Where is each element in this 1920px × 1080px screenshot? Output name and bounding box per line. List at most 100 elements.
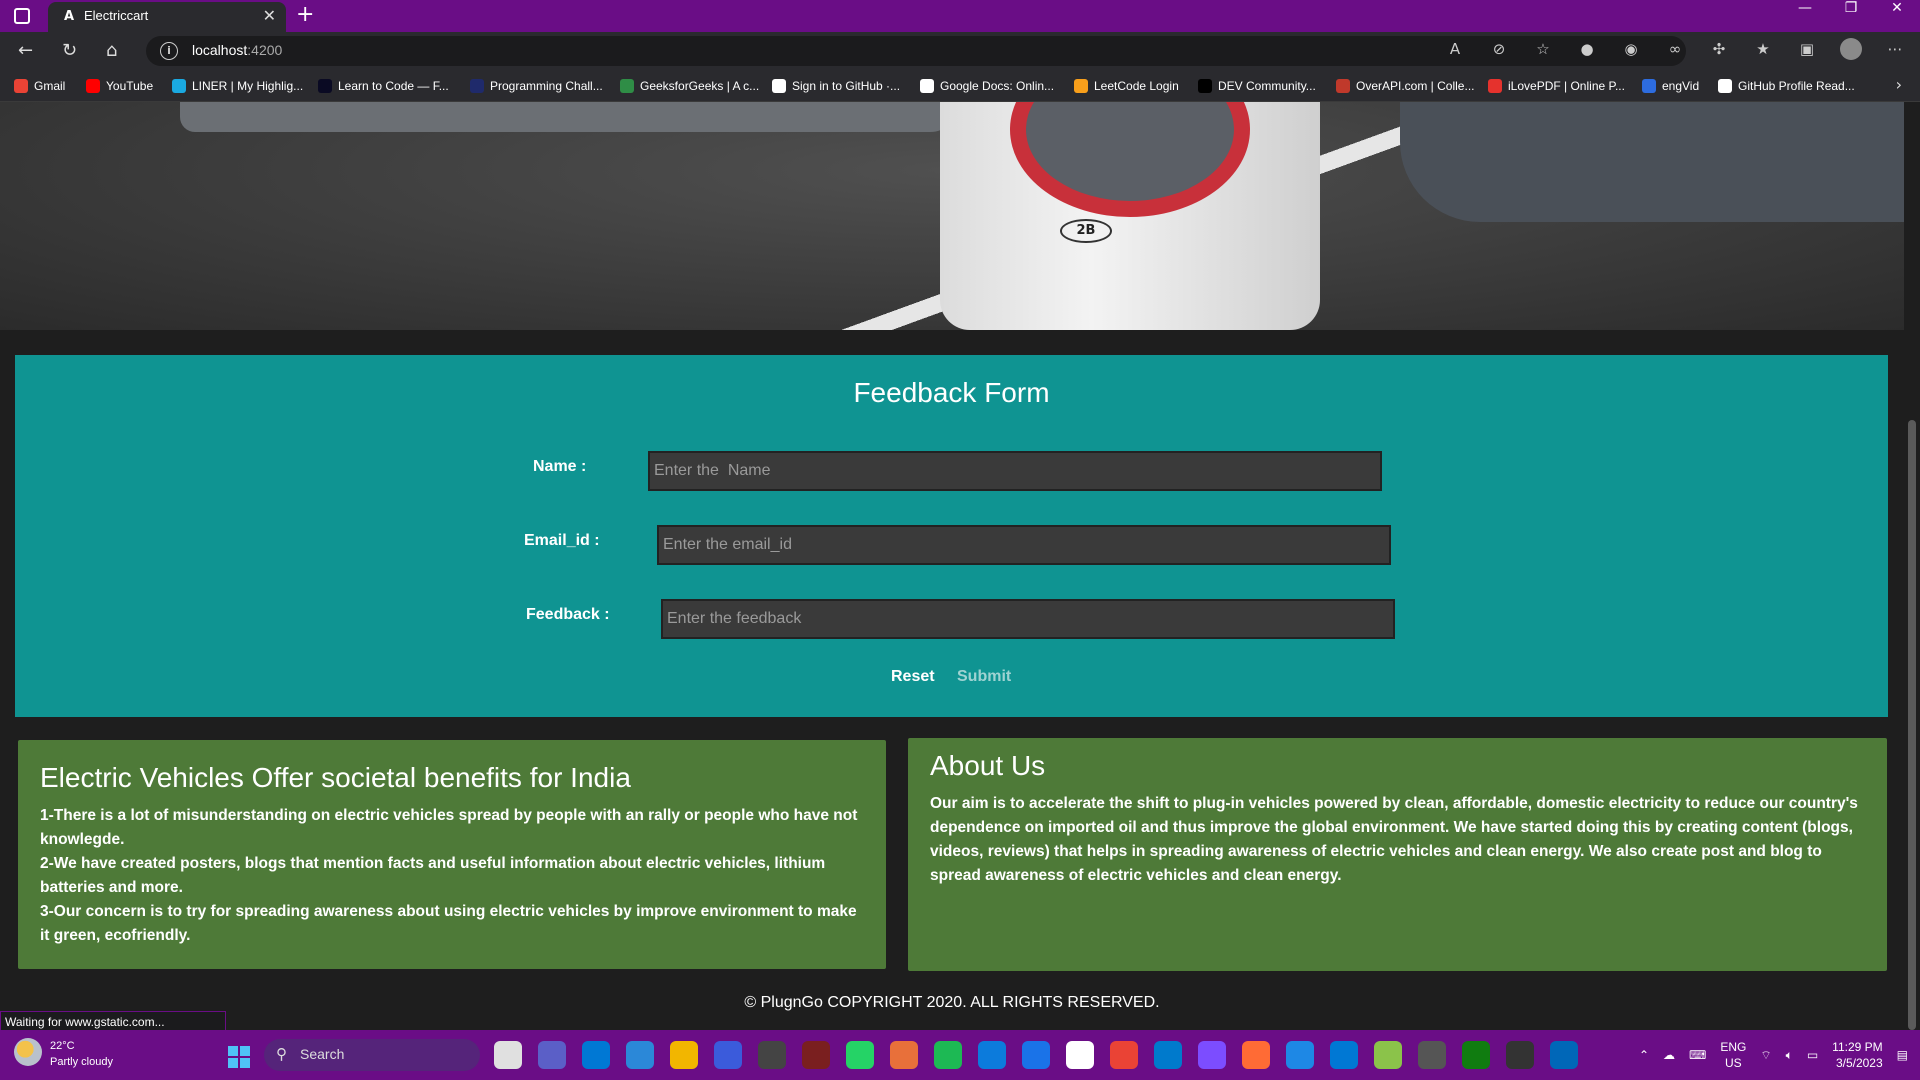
- browser-tab[interactable]: A Electriccart ✕: [48, 2, 286, 32]
- volume-icon[interactable]: 🔈︎: [1786, 1048, 1793, 1063]
- weather-widget[interactable]: 22°C Partly cloudy: [14, 1038, 113, 1070]
- taskbar-apps: [494, 1041, 1578, 1069]
- taskbar-app-icon[interactable]: [934, 1041, 962, 1069]
- footer-copyright: © PlugnGo COPYRIGHT 2020. ALL RIGHTS RES…: [744, 994, 1160, 1011]
- bookmark-item[interactable]: YouTube: [86, 76, 153, 96]
- tab-actions-icon[interactable]: [14, 8, 30, 24]
- taskbar-app-icon[interactable]: [494, 1041, 522, 1069]
- taskbar-app-icon[interactable]: [1242, 1041, 1270, 1069]
- bookmark-item[interactable]: Google Docs: Onlin...: [920, 76, 1054, 96]
- windows-taskbar: 22°C Partly cloudy ⚲ Search ⌃ ☁ ⌨ ENG US…: [0, 1030, 1920, 1080]
- extension-icon[interactable]: ◉: [1620, 38, 1642, 60]
- taskbar-app-icon[interactable]: [890, 1041, 918, 1069]
- back-icon[interactable]: ←: [18, 40, 33, 61]
- add-favorite-icon[interactable]: ☆: [1532, 38, 1554, 60]
- extension-icon[interactable]: ●: [1576, 38, 1598, 60]
- bookmark-item[interactable]: LINER | My Highlig...: [172, 76, 303, 96]
- about-us-card: About Us Our aim is to accelerate the sh…: [908, 738, 1887, 971]
- windows-start-icon[interactable]: [228, 1046, 250, 1068]
- chevron-up-icon[interactable]: ⌃: [1639, 1048, 1649, 1062]
- tracking-prevention-icon[interactable]: ⊘: [1488, 38, 1510, 60]
- profile-avatar[interactable]: [1840, 38, 1862, 60]
- feedback-input[interactable]: [661, 599, 1395, 639]
- bookmark-item[interactable]: GeeksforGeeks | A c...: [620, 76, 759, 96]
- weather-condition: Partly cloudy: [50, 1056, 113, 1068]
- collections-icon[interactable]: ▣: [1796, 38, 1818, 60]
- close-tab-icon[interactable]: ✕: [263, 6, 276, 25]
- bookmark-item[interactable]: LeetCode Login: [1074, 76, 1179, 96]
- taskbar-app-icon[interactable]: [538, 1041, 566, 1069]
- taskbar-app-icon[interactable]: [1110, 1041, 1138, 1069]
- taskbar-clock[interactable]: 11:29 PM 3/5/2023: [1832, 1039, 1882, 1071]
- home-icon[interactable]: ⌂: [106, 40, 117, 61]
- taskbar-app-icon[interactable]: [1374, 1041, 1402, 1069]
- taskbar-app-icon[interactable]: [670, 1041, 698, 1069]
- feedback-form-title: Feedback Form: [853, 377, 1050, 408]
- site-info-icon[interactable]: i: [160, 42, 178, 60]
- url-text: localhost:4200: [192, 42, 283, 58]
- language-indicator[interactable]: ENG US: [1720, 1039, 1746, 1071]
- bookmark-item[interactable]: Sign in to GitHub ·...: [772, 76, 900, 96]
- taskbar-app-icon[interactable]: [582, 1041, 610, 1069]
- taskbar-app-icon[interactable]: [1066, 1041, 1094, 1069]
- bookmark-item[interactable]: Programming Chall...: [470, 76, 603, 96]
- more-menu-icon[interactable]: ⋯: [1884, 38, 1906, 60]
- notifications-icon[interactable]: ▤: [1897, 1048, 1908, 1062]
- battery-icon[interactable]: ▭: [1807, 1048, 1818, 1062]
- github-icon: [772, 79, 786, 93]
- email-label: Email_id :: [524, 532, 600, 549]
- restore-icon[interactable]: ❐: [1828, 0, 1874, 32]
- gmail-icon: [14, 79, 28, 93]
- extension-icon[interactable]: ∞: [1664, 38, 1686, 60]
- refresh-icon[interactable]: ↻: [62, 40, 77, 61]
- favorites-icon[interactable]: ★: [1752, 38, 1774, 60]
- taskbar-app-icon[interactable]: [978, 1041, 1006, 1069]
- bookmarks-bar: Gmail YouTube LINER | My Highlig... Lear…: [0, 70, 1920, 102]
- scrollbar-thumb[interactable]: [1908, 420, 1916, 1030]
- close-window-icon[interactable]: ✕: [1874, 0, 1920, 32]
- taskbar-app-icon[interactable]: [626, 1041, 654, 1069]
- search-label: Search: [300, 1046, 345, 1062]
- extensions-puzzle-icon[interactable]: ✣: [1708, 38, 1730, 60]
- wifi-icon[interactable]: ⌔: [1760, 1048, 1771, 1063]
- bookmark-item[interactable]: Gmail: [14, 76, 65, 96]
- bookmark-item[interactable]: engVid: [1642, 76, 1699, 96]
- taskbar-app-icon[interactable]: [1462, 1041, 1490, 1069]
- bookmark-item[interactable]: OverAPI.com | Colle...: [1336, 76, 1474, 96]
- minimize-icon[interactable]: —: [1782, 0, 1828, 32]
- reset-button[interactable]: Reset: [891, 668, 935, 686]
- taskbar-app-icon[interactable]: [802, 1041, 830, 1069]
- language-code: ENG: [1720, 1040, 1747, 1054]
- clock-time: 11:29 PM: [1832, 1040, 1883, 1054]
- taskbar-app-icon[interactable]: [1330, 1041, 1358, 1069]
- taskbar-app-icon[interactable]: [846, 1041, 874, 1069]
- clock-date: 3/5/2023: [1835, 1056, 1883, 1070]
- taskbar-search[interactable]: ⚲ Search: [264, 1039, 480, 1071]
- taskbar-app-icon[interactable]: [714, 1041, 742, 1069]
- keyboard-icon[interactable]: ⌨: [1689, 1048, 1706, 1062]
- new-tab-icon[interactable]: +: [296, 2, 314, 27]
- read-aloud-icon[interactable]: A: [1444, 38, 1466, 60]
- taskbar-app-icon[interactable]: [1418, 1041, 1446, 1069]
- taskbar-app-icon[interactable]: [1506, 1041, 1534, 1069]
- taskbar-app-icon[interactable]: [1022, 1041, 1050, 1069]
- page-viewport: 2B Feedback Form Name : Email_id : Feedb…: [0, 102, 1904, 1030]
- page-scrollbar[interactable]: [1904, 102, 1920, 1030]
- taskbar-app-icon[interactable]: [1198, 1041, 1226, 1069]
- taskbar-app-icon[interactable]: [1154, 1041, 1182, 1069]
- submit-button[interactable]: Submit: [957, 668, 1011, 686]
- taskbar-app-icon[interactable]: [758, 1041, 786, 1069]
- bookmark-item[interactable]: GitHub Profile Read...: [1718, 76, 1855, 96]
- taskbar-app-icon[interactable]: [1550, 1041, 1578, 1069]
- taskbar-app-icon[interactable]: [1286, 1041, 1314, 1069]
- bookmark-item[interactable]: DEV Community...: [1198, 76, 1316, 96]
- region-code: US: [1725, 1056, 1742, 1070]
- bookmark-item[interactable]: Learn to Code — F...: [318, 76, 449, 96]
- onedrive-icon[interactable]: ☁: [1663, 1048, 1675, 1062]
- hero-image: 2B: [0, 102, 1904, 330]
- chevron-right-icon[interactable]: ›: [1896, 75, 1902, 94]
- email-input[interactable]: [657, 525, 1391, 565]
- bookmark-item[interactable]: iLovePDF | Online P...: [1488, 76, 1625, 96]
- name-input[interactable]: [648, 451, 1382, 491]
- dev-icon: [1198, 79, 1212, 93]
